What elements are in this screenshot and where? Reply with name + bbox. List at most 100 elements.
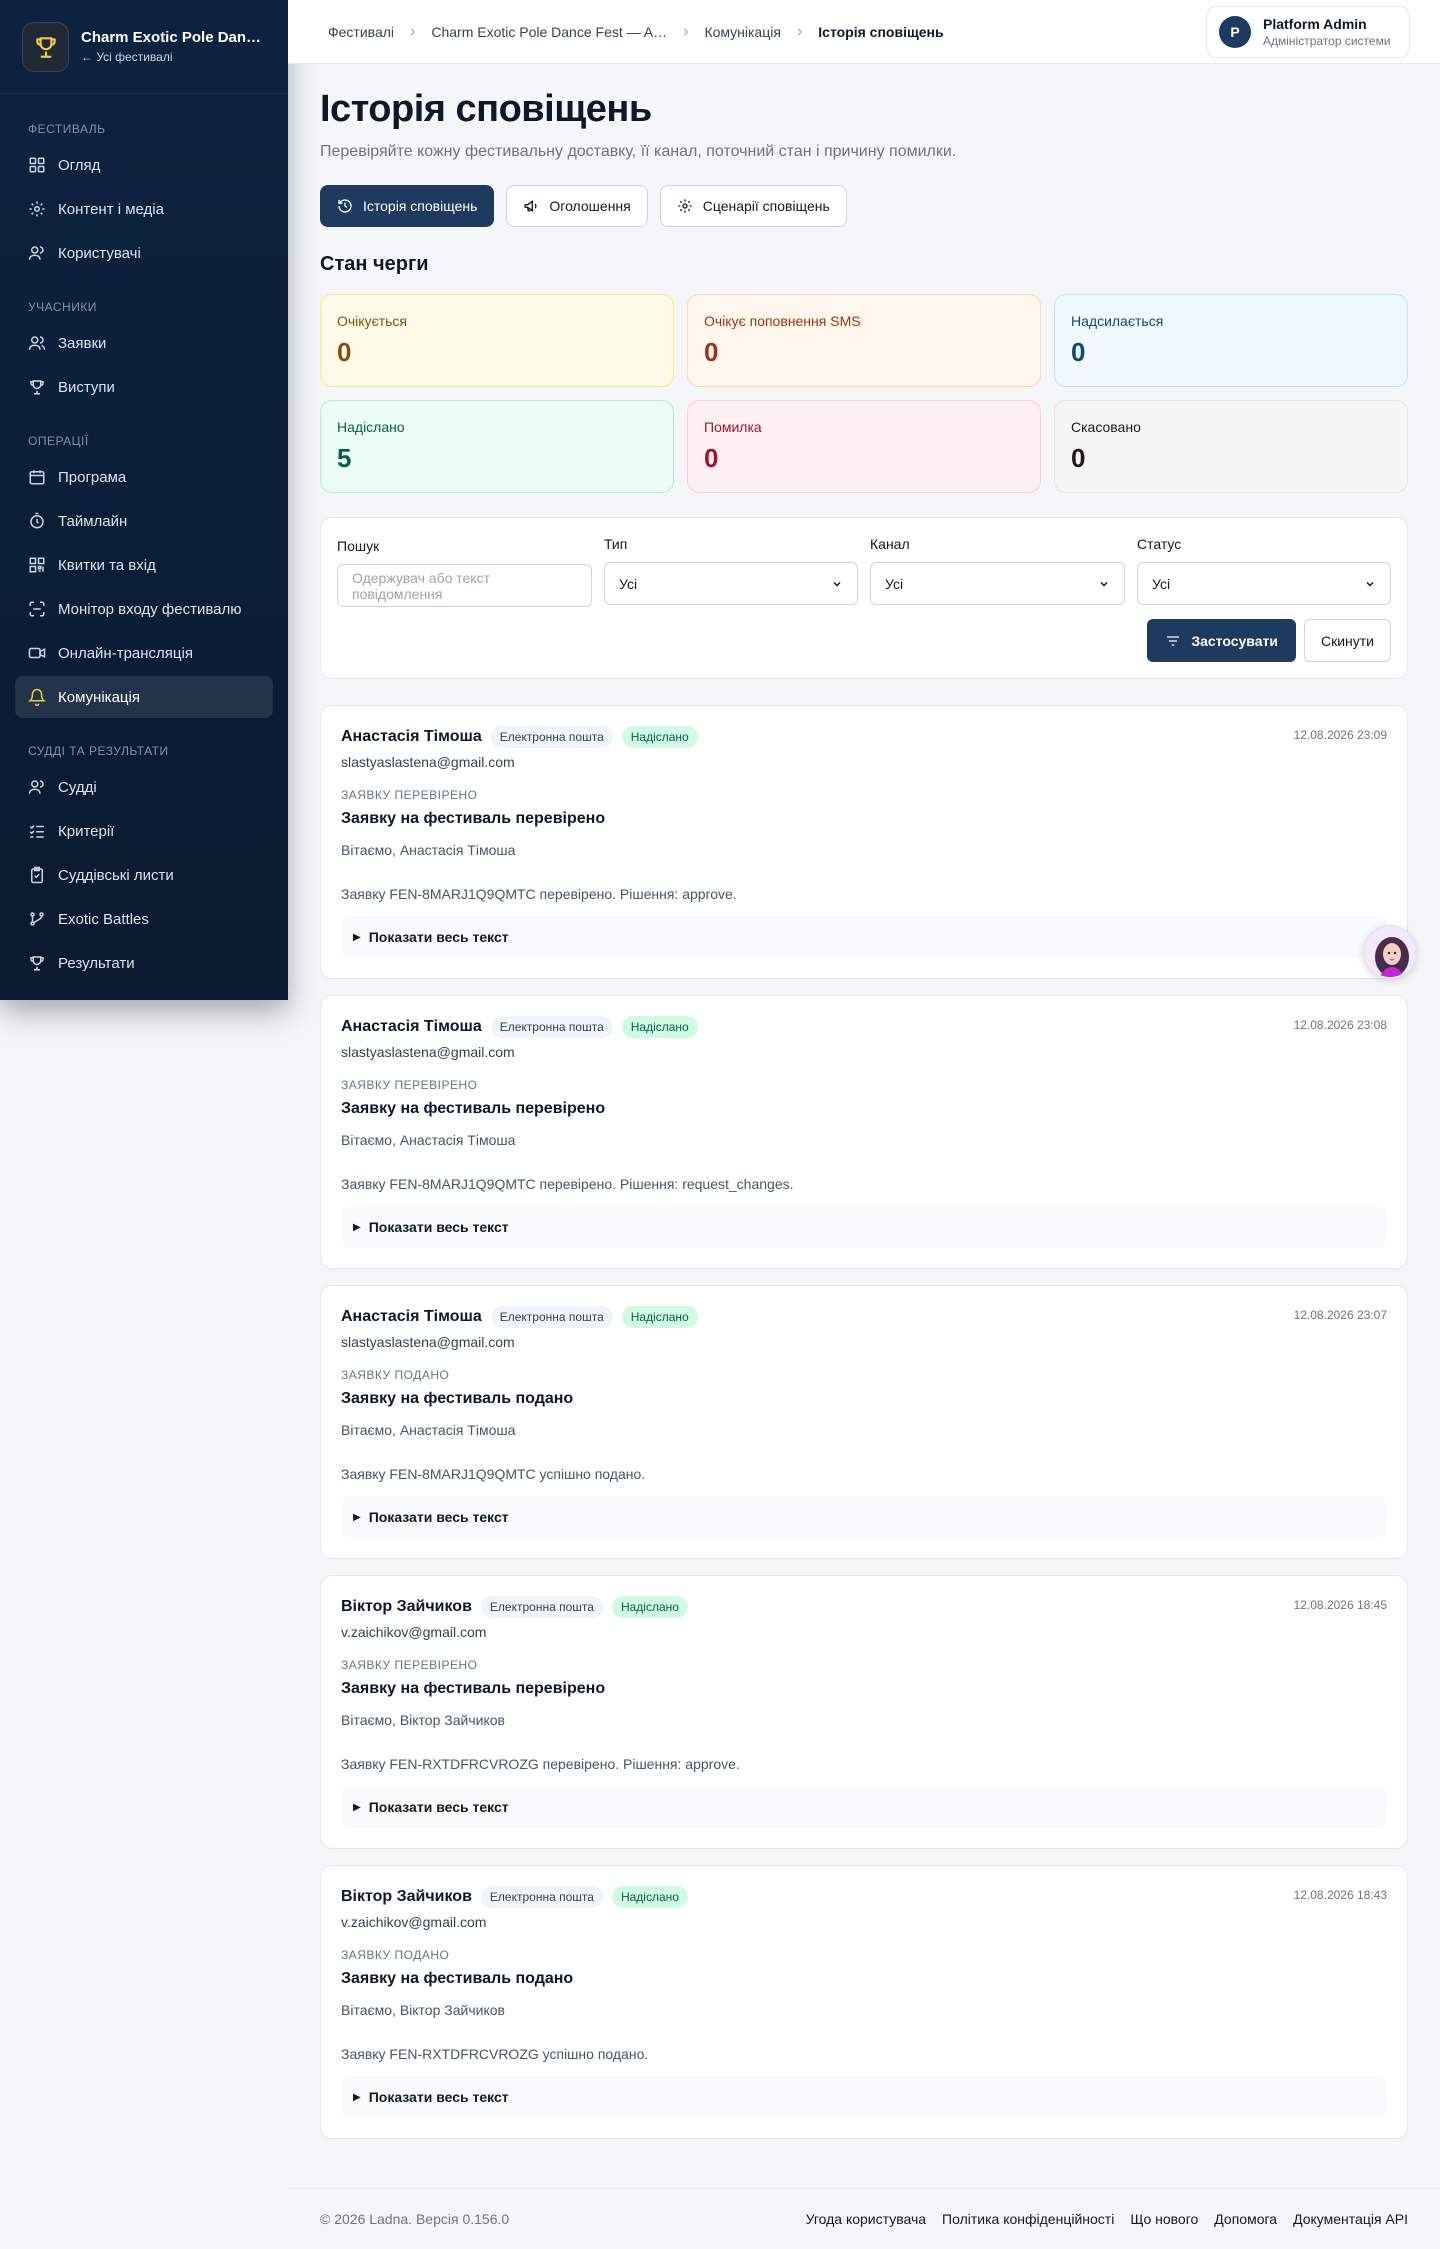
footer-link-api-docs[interactable]: Документація API — [1293, 2211, 1408, 2227]
brand[interactable]: Charm Exotic Pole Dance Fest ← Усі фести… — [0, 0, 288, 94]
sidebar-item-content-media[interactable]: Контент і медіа — [15, 188, 273, 230]
stat-label: Помилка — [704, 419, 762, 435]
breadcrumb-festival[interactable]: Charm Exotic Pole Dance Fest — A… — [431, 24, 667, 40]
status-badge: Надіслано — [611, 1886, 688, 1908]
sidebar-item-entry-monitor[interactable]: Монітор входу фестивалю — [15, 588, 273, 630]
show-full-text-toggle[interactable]: ▶ Показати весь текст — [341, 1206, 1387, 1248]
sidebar-item-applications[interactable]: Заявки — [15, 322, 273, 364]
message-subject: Заявку на фестиваль перевірено — [341, 1680, 606, 1697]
timestamp: 12.08.2026 23:07 — [1293, 1308, 1387, 1322]
gear-icon — [29, 201, 45, 217]
triangle-right-icon: ▶ — [353, 1221, 361, 1233]
topbar: Фестивалі › Charm Exotic Pole Dance Fest… — [288, 0, 1440, 64]
reset-button[interactable]: Скинути — [1303, 619, 1391, 662]
footer-link-privacy[interactable]: Політика конфіденційності — [942, 2211, 1114, 2227]
sidebar-item-label: Програма — [58, 468, 127, 486]
sidebar-item-performances[interactable]: Виступи — [15, 366, 273, 408]
sidebar-item-program[interactable]: Програма — [15, 456, 273, 498]
stat-label: Скасовано — [1071, 419, 1141, 435]
message-body: Заявку FEN-RXTDFRCVROZG перевірено. Ріше… — [341, 1756, 740, 1772]
sidebar-item-label: Користувачі — [58, 244, 141, 262]
sidebar-item-label: Комунікація — [58, 688, 140, 706]
tab-scenarios[interactable]: Сценарії сповіщень — [659, 185, 847, 227]
main-content: Історія сповіщень Перевіряйте кожну фест… — [320, 64, 1408, 2155]
tab-history[interactable]: Історія сповіщень — [320, 185, 495, 227]
show-full-text-toggle[interactable]: ▶ Показати весь текст — [341, 2076, 1387, 2118]
gear-icon — [678, 199, 692, 213]
assistant-avatar-button[interactable] — [1363, 925, 1417, 979]
show-full-text-toggle[interactable]: ▶ Показати весь текст — [341, 916, 1387, 958]
stat-sending: Надсилається 0 — [1054, 294, 1408, 387]
recipient-name: Віктор Зайчиков — [341, 1598, 472, 1615]
apply-button[interactable]: Застосувати — [1147, 619, 1296, 662]
chevron-down-icon — [1366, 581, 1374, 587]
type-label: Тип — [604, 536, 628, 552]
stat-cancelled: Скасовано 0 — [1054, 400, 1408, 493]
sidebar-item-users[interactable]: Користувачі — [15, 232, 273, 274]
section-title-judges-results: Судді та результати — [28, 744, 169, 758]
user-menu[interactable]: P Platform Admin Адміністратор системи — [1206, 6, 1410, 58]
footer-link-terms[interactable]: Угода користувача — [806, 2211, 926, 2227]
status-select[interactable]: Усі — [1137, 562, 1391, 605]
tab-announcements[interactable]: Оголошення — [506, 185, 648, 227]
recipient-email: slastyaslastena@gmail.com — [341, 754, 515, 770]
sidebar-item-label: Онлайн-трансляція — [58, 644, 193, 662]
message-subject: Заявку на фестиваль перевірено — [341, 810, 606, 827]
back-to-festivals-link[interactable]: ← Усі фестивалі — [81, 50, 266, 64]
recipient-name: Анастасія Тімоша — [341, 1018, 482, 1035]
sidebar-item-livestream[interactable]: Онлайн-трансляція — [15, 632, 273, 674]
triangle-right-icon: ▶ — [353, 1801, 361, 1813]
breadcrumb-communication[interactable]: Комунікація — [704, 24, 781, 40]
history-icon — [338, 199, 352, 213]
stopwatch-icon — [30, 512, 44, 529]
clipboard-icon — [31, 866, 43, 884]
sidebar-item-label: Огляд — [58, 156, 101, 174]
show-full-text-toggle[interactable]: ▶ Показати весь текст — [341, 1786, 1387, 1828]
message-greeting: Вітаємо, Анастасія Тімоша — [341, 1422, 516, 1438]
status-badge: Надіслано — [621, 726, 698, 748]
message-card: Віктор Зайчиков Електронна пошта Надісла… — [320, 1865, 1408, 2139]
section-title-operations: Операції — [28, 434, 89, 448]
breadcrumb: Фестивалі › Charm Exotic Pole Dance Fest… — [328, 23, 944, 41]
search-label: Пошук — [337, 538, 380, 554]
sidebar-item-timeline[interactable]: Таймлайн — [15, 500, 273, 542]
channel-badge: Електронна пошта — [490, 1016, 613, 1038]
message-greeting: Вітаємо, Віктор Зайчиков — [341, 2002, 505, 2018]
sidebar-item-judges[interactable]: Судді — [15, 766, 273, 808]
stat-value: 5 — [337, 443, 352, 473]
footer-copyright: © 2026 Ladna. Версія 0.156.0 — [320, 2211, 510, 2227]
message-card: Анастасія Тімоша Електронна пошта Надісл… — [320, 705, 1408, 979]
sidebar-item-tickets[interactable]: Квитки та вхід — [15, 544, 273, 586]
sidebar-item-results[interactable]: Результати — [15, 942, 273, 984]
monitor-icon — [29, 601, 45, 617]
timestamp: 12.08.2026 18:43 — [1293, 1888, 1387, 1902]
breadcrumb-festivals[interactable]: Фестивалі — [328, 24, 394, 40]
message-card: Анастасія Тімоша Електронна пошта Надісл… — [320, 1285, 1408, 1559]
recipient-name: Анастасія Тімоша — [341, 728, 482, 745]
footer-link-whats-new[interactable]: Що нового — [1130, 2211, 1198, 2227]
stat-value: 0 — [337, 337, 352, 367]
message-subject: Заявку на фестиваль подано — [341, 1970, 574, 1987]
chevron-right-icon: › — [796, 22, 803, 40]
footer-link-help[interactable]: Допомога — [1214, 2211, 1277, 2227]
video-icon — [28, 647, 46, 659]
search-input[interactable]: Одержувач або текст повідомлення — [337, 564, 592, 607]
footer: © 2026 Ladna. Версія 0.156.0 Угода корис… — [288, 2188, 1440, 2249]
avatar: P — [1219, 16, 1251, 48]
channel-select[interactable]: Усі — [870, 562, 1125, 605]
triangle-right-icon: ▶ — [353, 1511, 361, 1523]
breadcrumb-current: Історія сповіщень — [818, 23, 944, 40]
sidebar-item-label: Заявки — [58, 334, 107, 352]
tabs: Історія сповіщень Оголошення Сценарії сп… — [320, 185, 1408, 227]
type-select[interactable]: Усі — [604, 562, 858, 605]
show-full-text-toggle[interactable]: ▶ Показати весь текст — [341, 1496, 1387, 1538]
sidebar-item-overview[interactable]: Огляд — [15, 144, 273, 186]
sidebar-item-score-sheets[interactable]: Суддівські листи — [15, 854, 273, 896]
grid-icon — [29, 157, 45, 173]
sidebar-item-exotic-battles[interactable]: Exotic Battles — [15, 898, 273, 940]
sidebar-item-communication[interactable]: Комунікація — [15, 676, 273, 718]
message-body: Заявку FEN-8MARJ1Q9QMTC перевірено. Ріше… — [341, 1176, 794, 1192]
sidebar-item-criteria[interactable]: Критерії — [15, 810, 273, 852]
message-body: Заявку FEN-8MARJ1Q9QMTC перевірено. Ріше… — [341, 886, 737, 902]
megaphone-icon — [524, 200, 537, 212]
